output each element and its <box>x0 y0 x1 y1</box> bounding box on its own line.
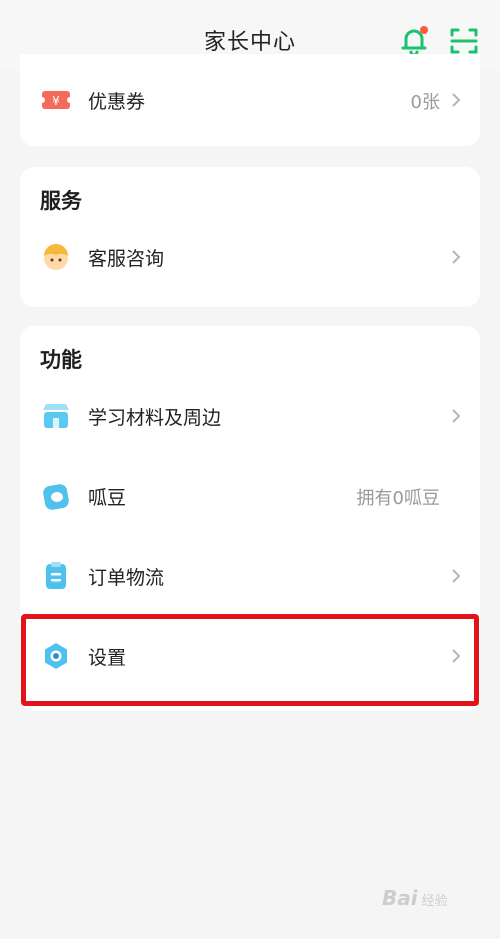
shop-icon <box>43 404 69 428</box>
bean-icon <box>43 484 69 510</box>
customer-service-label: 客服咨询 <box>88 248 165 270</box>
chevron-right-icon <box>452 250 461 264</box>
customer-service-avatar-icon <box>44 244 68 270</box>
baidu-watermark: Bai 经验 <box>382 886 448 910</box>
settings-highlight-box <box>21 614 479 706</box>
chevron-right-icon <box>452 409 461 423</box>
service-section-title: 服务 <box>40 189 82 213</box>
order-logistics-label: 订单物流 <box>88 567 165 589</box>
bell-icon[interactable] <box>397 24 431 58</box>
watermark-sub: 经验 <box>421 894 448 909</box>
coupon-icon: ¥ <box>40 91 72 109</box>
customer-service-row[interactable]: 客服咨询 <box>20 227 480 287</box>
learning-materials-label: 学习材料及周边 <box>88 407 222 429</box>
scan-icon[interactable] <box>449 26 479 56</box>
bean-row[interactable]: 呱豆 拥有0呱豆 <box>20 466 480 526</box>
chevron-right-icon <box>452 93 461 107</box>
coupon-count: 0张 <box>410 92 440 113</box>
svg-text:¥: ¥ <box>52 94 60 108</box>
watermark-text: Bai <box>382 886 418 910</box>
order-logistics-row[interactable]: 订单物流 <box>20 546 480 606</box>
coupon-row[interactable]: ¥ 优惠券 0张 <box>20 70 480 130</box>
features-section-title: 功能 <box>40 348 82 372</box>
service-card: 服务 客服咨询 <box>20 167 480 307</box>
bean-count: 拥有0呱豆 <box>356 488 440 509</box>
coupon-label: 优惠券 <box>88 91 146 113</box>
bean-label: 呱豆 <box>88 487 127 509</box>
learning-materials-row[interactable]: 学习材料及周边 <box>20 386 480 446</box>
coupon-card: ¥ 优惠券 0张 <box>20 54 480 146</box>
chevron-right-icon <box>452 569 461 583</box>
order-clipboard-icon <box>46 562 66 589</box>
